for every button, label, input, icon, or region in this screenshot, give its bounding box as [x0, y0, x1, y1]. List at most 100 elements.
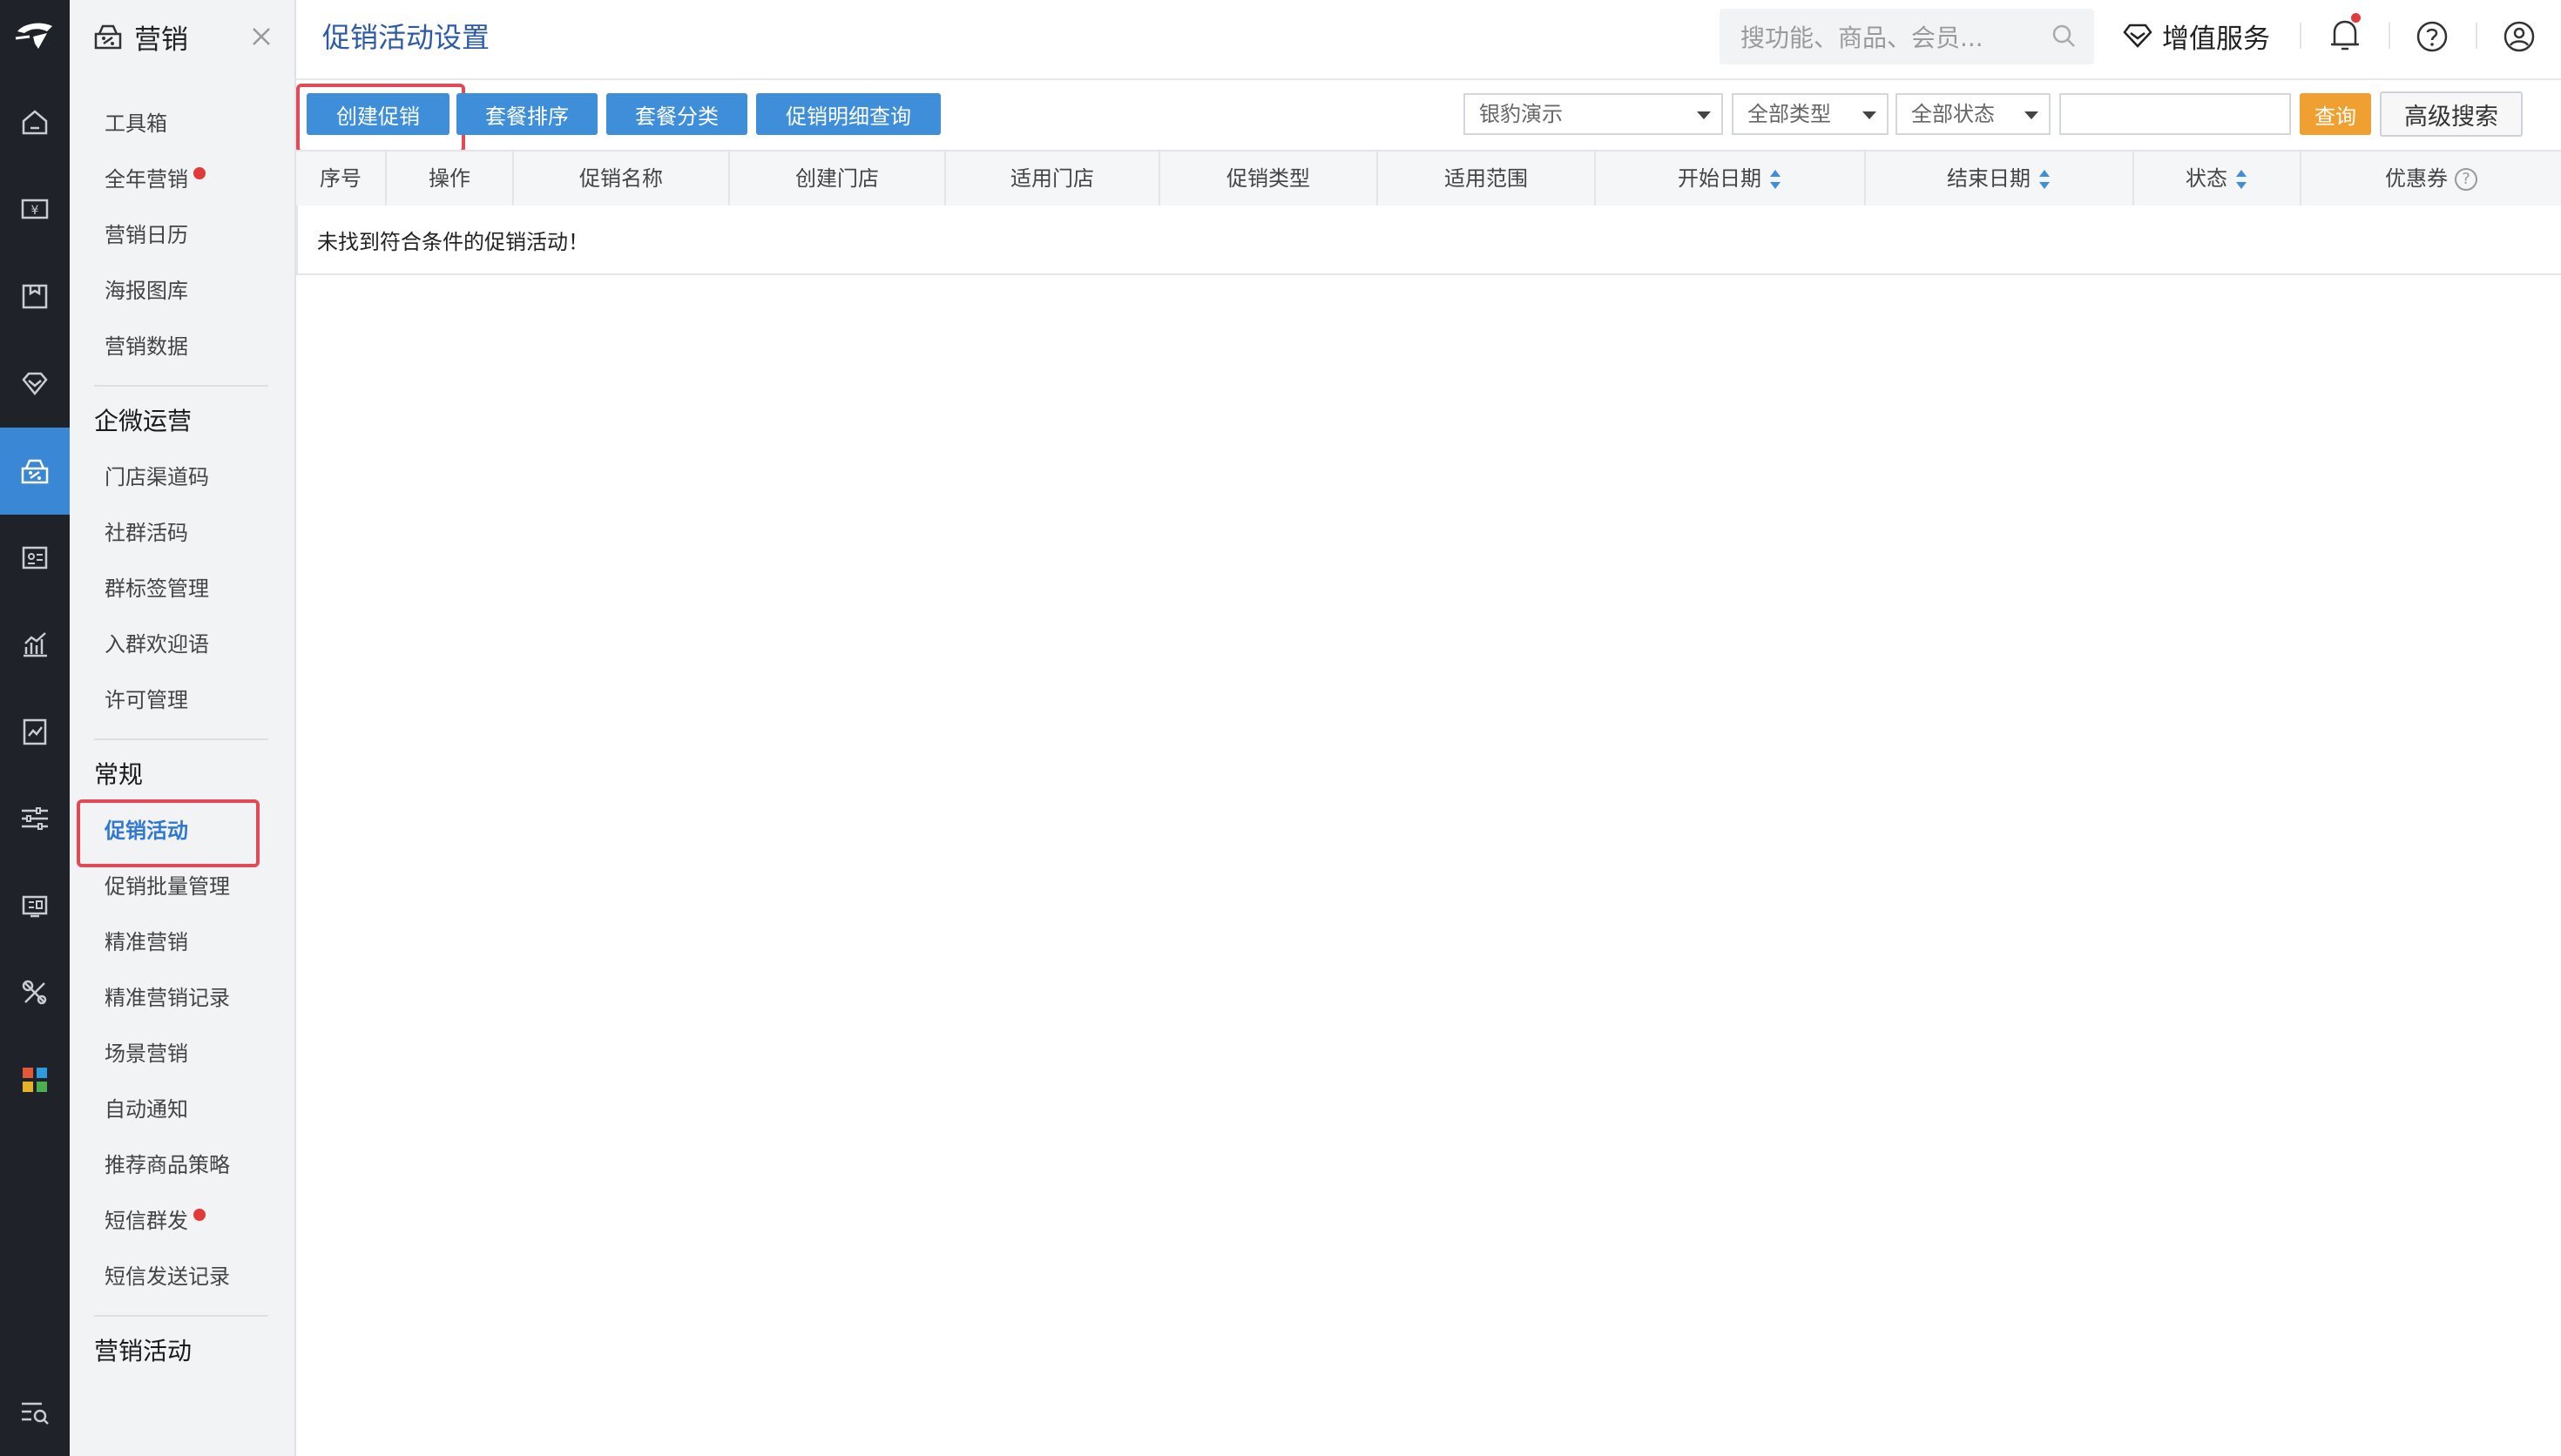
column-header: 创建门店 — [730, 152, 946, 206]
rail-menu-search[interactable] — [0, 1369, 70, 1456]
column-header: 促销名称 — [514, 152, 730, 206]
type-select[interactable]: 全部类型 — [1732, 93, 1889, 135]
menu-item-group-tags[interactable]: 群标签管理 — [105, 571, 209, 606]
menu-item-auto-notify[interactable]: 自动通知 — [105, 1092, 188, 1127]
column-header: 促销类型 — [1160, 152, 1378, 206]
menu-item-store-channel-code[interactable]: 门店渠道码 — [105, 460, 209, 495]
divider — [2476, 23, 2477, 49]
tools-icon — [22, 980, 47, 1005]
menu-item-community-code[interactable]: 社群活码 — [105, 516, 188, 550]
empty-state-text: 未找到符合条件的促销活动！ — [317, 230, 589, 254]
menu-item-license[interactable]: 许可管理 — [105, 683, 188, 718]
notification-dot — [193, 167, 206, 179]
menu-item-sms-records[interactable]: 短信发送记录 — [105, 1259, 230, 1294]
keyword-input[interactable] — [2059, 93, 2291, 135]
menu-item-recommend-strategy[interactable]: 推荐商品策略 — [105, 1148, 230, 1183]
settings-icon — [22, 807, 48, 830]
menu-item-scene-marketing[interactable]: 场景营销 — [105, 1036, 188, 1071]
rail-device[interactable] — [0, 862, 70, 949]
query-button[interactable]: 查询 — [2300, 93, 2371, 135]
package-category-button[interactable]: 套餐分类 — [606, 93, 747, 135]
rail-cashier[interactable]: ¥ — [0, 165, 70, 253]
menu-item-welcome-message[interactable]: 入群欢迎语 — [105, 627, 209, 662]
icon-rail: ¥ — [0, 0, 70, 1456]
menu-item-promotions[interactable]: 促销活动 — [105, 813, 188, 848]
status-select[interactable]: 全部状态 — [1895, 93, 2051, 135]
column-header: 适用范围 — [1378, 152, 1596, 206]
chevron-down-icon — [1697, 111, 1711, 119]
sortable-column-header[interactable]: 结束日期 — [1866, 152, 2134, 206]
menu-item-poster-gallery[interactable]: 海报图库 — [105, 273, 188, 308]
marketing-icon — [21, 459, 49, 484]
package-sort-button[interactable]: 套餐排序 — [456, 93, 598, 135]
column-header: 序号 — [296, 152, 387, 206]
home-icon — [22, 110, 48, 135]
close-icon — [253, 28, 270, 45]
menu-item-marketing-data[interactable]: 营销数据 — [105, 329, 188, 364]
rail-card[interactable] — [0, 514, 70, 601]
rail-marketing[interactable] — [0, 428, 70, 515]
menu-title: 营销 — [134, 24, 188, 56]
marketing-menu: 营销 工具箱 全年营销 营销日历 海报图库 营销数据 企微运营 门店渠道码 社群… — [70, 0, 296, 1456]
value-added-services-button[interactable]: 增值服务 — [2122, 14, 2270, 57]
search-icon[interactable] — [2051, 23, 2077, 49]
notifications-button[interactable] — [2324, 13, 2366, 57]
divider — [2389, 23, 2390, 49]
user-icon — [2504, 21, 2535, 52]
marketing-icon — [94, 24, 122, 50]
logo-icon — [15, 23, 52, 49]
goods-icon — [22, 284, 48, 309]
rail-finance[interactable] — [0, 688, 70, 775]
help-icon — [2416, 21, 2448, 52]
table-header: 序号 操作 促销名称 创建门店 适用门店 促销类型 适用范围 开始日期 结束日期… — [296, 150, 2561, 207]
group-title-activities[interactable]: 营销活动 — [94, 1332, 192, 1371]
rail-member[interactable] — [0, 340, 70, 427]
svg-text:¥: ¥ — [31, 204, 39, 218]
account-button[interactable] — [2498, 16, 2540, 57]
chevron-down-icon — [1862, 111, 1876, 119]
sort-icon — [1770, 170, 1781, 189]
cashier-icon: ¥ — [21, 199, 49, 219]
diamond-icon — [2123, 24, 2152, 48]
menu-item-precision-records[interactable]: 精准营销记录 — [105, 981, 230, 1015]
create-promotion-button[interactable]: 创建促销 — [307, 93, 449, 135]
help-circle-icon[interactable]: ? — [2455, 168, 2477, 191]
group-title-wecom: 企微运营 — [94, 407, 193, 435]
column-header: 优惠券? — [2301, 152, 2561, 206]
advanced-search-button[interactable]: 高级搜索 — [2380, 91, 2523, 137]
store-select[interactable]: 银豹演示 — [1463, 93, 1723, 135]
menu-item-precision-marketing[interactable]: 精准营销 — [105, 925, 188, 960]
app-logo[interactable] — [0, 0, 70, 70]
chevron-down-icon — [2024, 111, 2038, 119]
menu-search-icon — [22, 1402, 49, 1425]
group-title-general: 常规 — [94, 760, 144, 789]
divider — [94, 738, 268, 740]
sortable-column-header[interactable]: 开始日期 — [1596, 152, 1866, 206]
rail-home[interactable] — [0, 78, 70, 165]
menu-item-toolbox[interactable]: 工具箱 — [105, 106, 167, 141]
top-header: 促销活动设置 增值服务 — [296, 0, 2561, 80]
search-input[interactable] — [1720, 9, 2056, 66]
menu-item-bulk-promotions[interactable]: 促销批量管理 — [105, 869, 230, 904]
menu-item-sms-broadcast[interactable]: 短信群发 — [105, 1203, 206, 1238]
promotion-detail-query-button[interactable]: 促销明细查询 — [756, 93, 941, 135]
divider — [2300, 23, 2301, 49]
card-icon — [22, 546, 48, 570]
rail-apps[interactable] — [0, 1036, 70, 1123]
rail-tools[interactable] — [0, 949, 70, 1036]
menu-item-marketing-calendar[interactable]: 营销日历 — [105, 218, 188, 253]
rail-settings[interactable] — [0, 775, 70, 862]
rail-report[interactable] — [0, 601, 70, 688]
divider — [94, 385, 268, 387]
apps-icon — [23, 1068, 47, 1092]
close-menu-button[interactable] — [244, 19, 279, 54]
menu-header: 营销 — [92, 16, 188, 57]
help-button[interactable] — [2411, 16, 2453, 57]
sortable-column-header[interactable]: 状态 — [2134, 152, 2301, 206]
notification-dot — [2351, 13, 2361, 23]
menu-item-annual-marketing[interactable]: 全年营销 — [105, 162, 206, 197]
global-search[interactable] — [1720, 9, 2094, 66]
report-icon — [24, 632, 47, 657]
notification-dot — [193, 1209, 206, 1221]
rail-goods[interactable] — [0, 253, 70, 340]
